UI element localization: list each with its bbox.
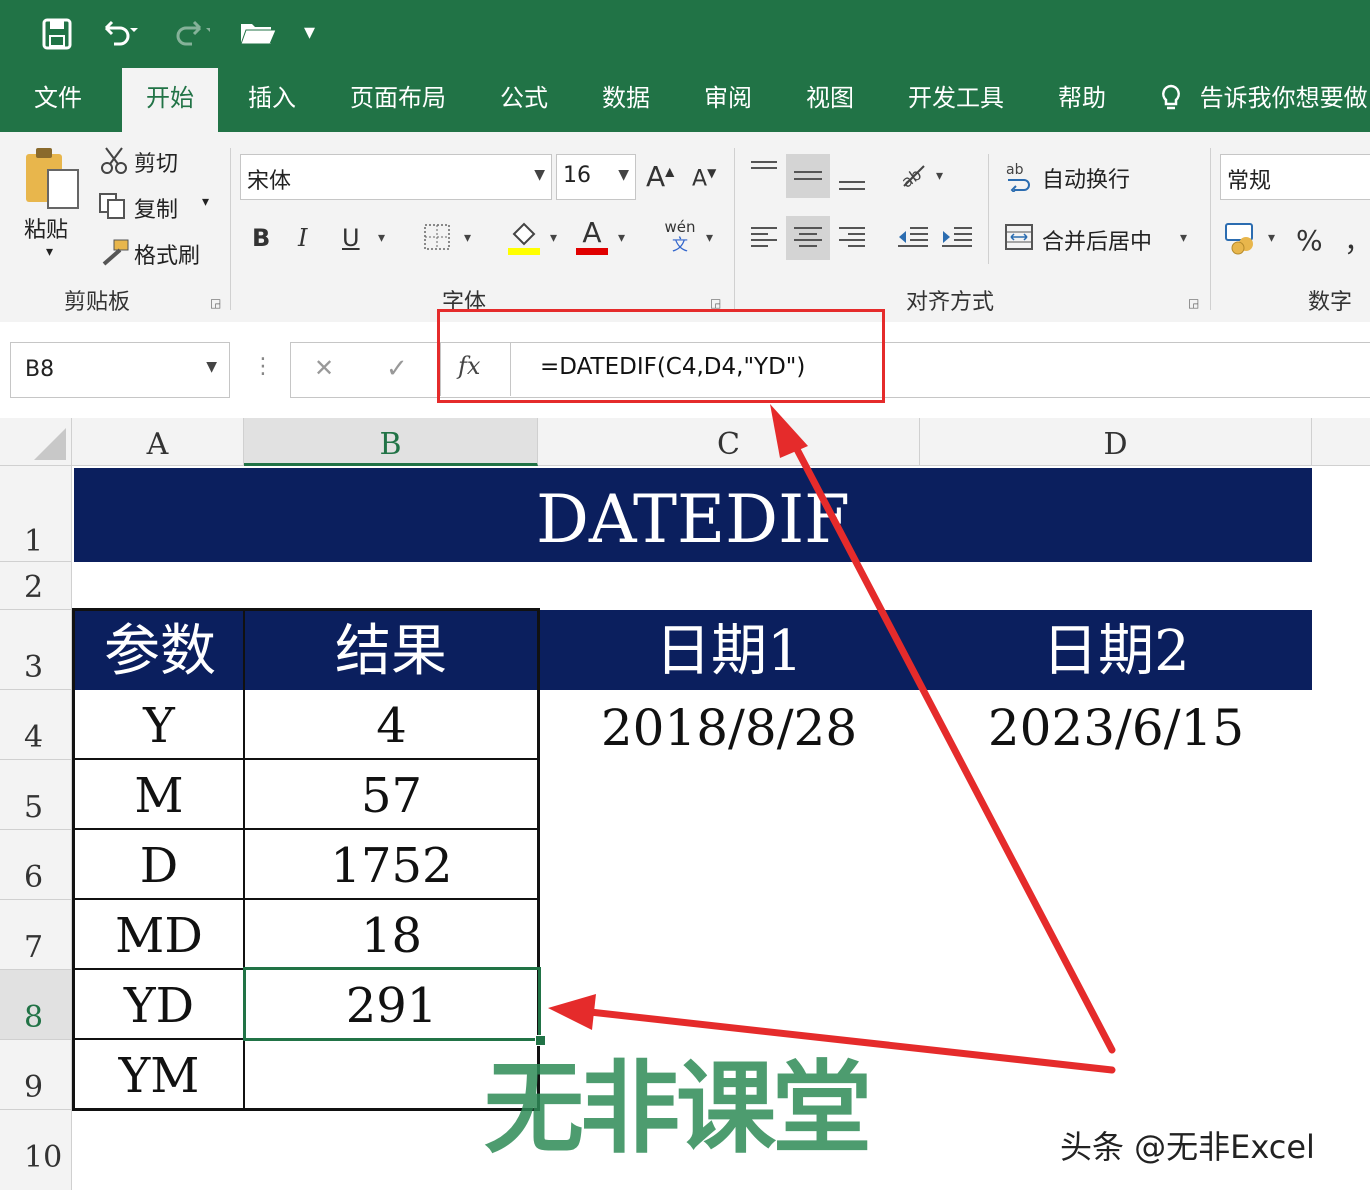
arrowhead-icon xyxy=(548,994,596,1030)
annotation-arrows xyxy=(548,404,1116,1074)
credit-text: 头条 @无非Excel xyxy=(1060,1128,1315,1166)
arrow-to-formula xyxy=(786,432,1116,1054)
watermark-logo: 无非课堂 xyxy=(484,1050,872,1167)
arrowhead-icon xyxy=(770,404,808,458)
